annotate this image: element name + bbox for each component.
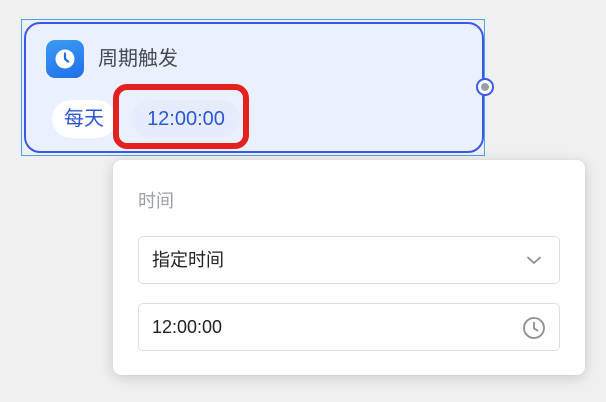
- node-title: 周期触发: [98, 48, 178, 70]
- time-input[interactable]: 12:00:00: [138, 303, 560, 351]
- time-mode-value: 指定时间: [152, 250, 224, 270]
- frequency-tag[interactable]: 每天: [52, 100, 116, 138]
- output-connector-handle[interactable]: [476, 78, 494, 96]
- time-input-value: 12:00:00: [152, 317, 223, 337]
- periodic-trigger-node[interactable]: 周期触发 每天 12:00:00: [24, 22, 484, 153]
- chevron-down-icon[interactable]: [525, 251, 543, 269]
- time-mode-select[interactable]: 指定时间: [138, 236, 560, 284]
- time-section-label: 时间: [138, 191, 174, 211]
- time-settings-popover: 时间 指定时间 12:00:00: [113, 160, 585, 375]
- canvas: 周期触发 每天 12:00:00 时间 指定时间 12:00:00: [0, 0, 606, 402]
- clock-icon[interactable]: [521, 315, 547, 341]
- highlight-annotation: [113, 84, 249, 149]
- clock-icon: [46, 40, 84, 78]
